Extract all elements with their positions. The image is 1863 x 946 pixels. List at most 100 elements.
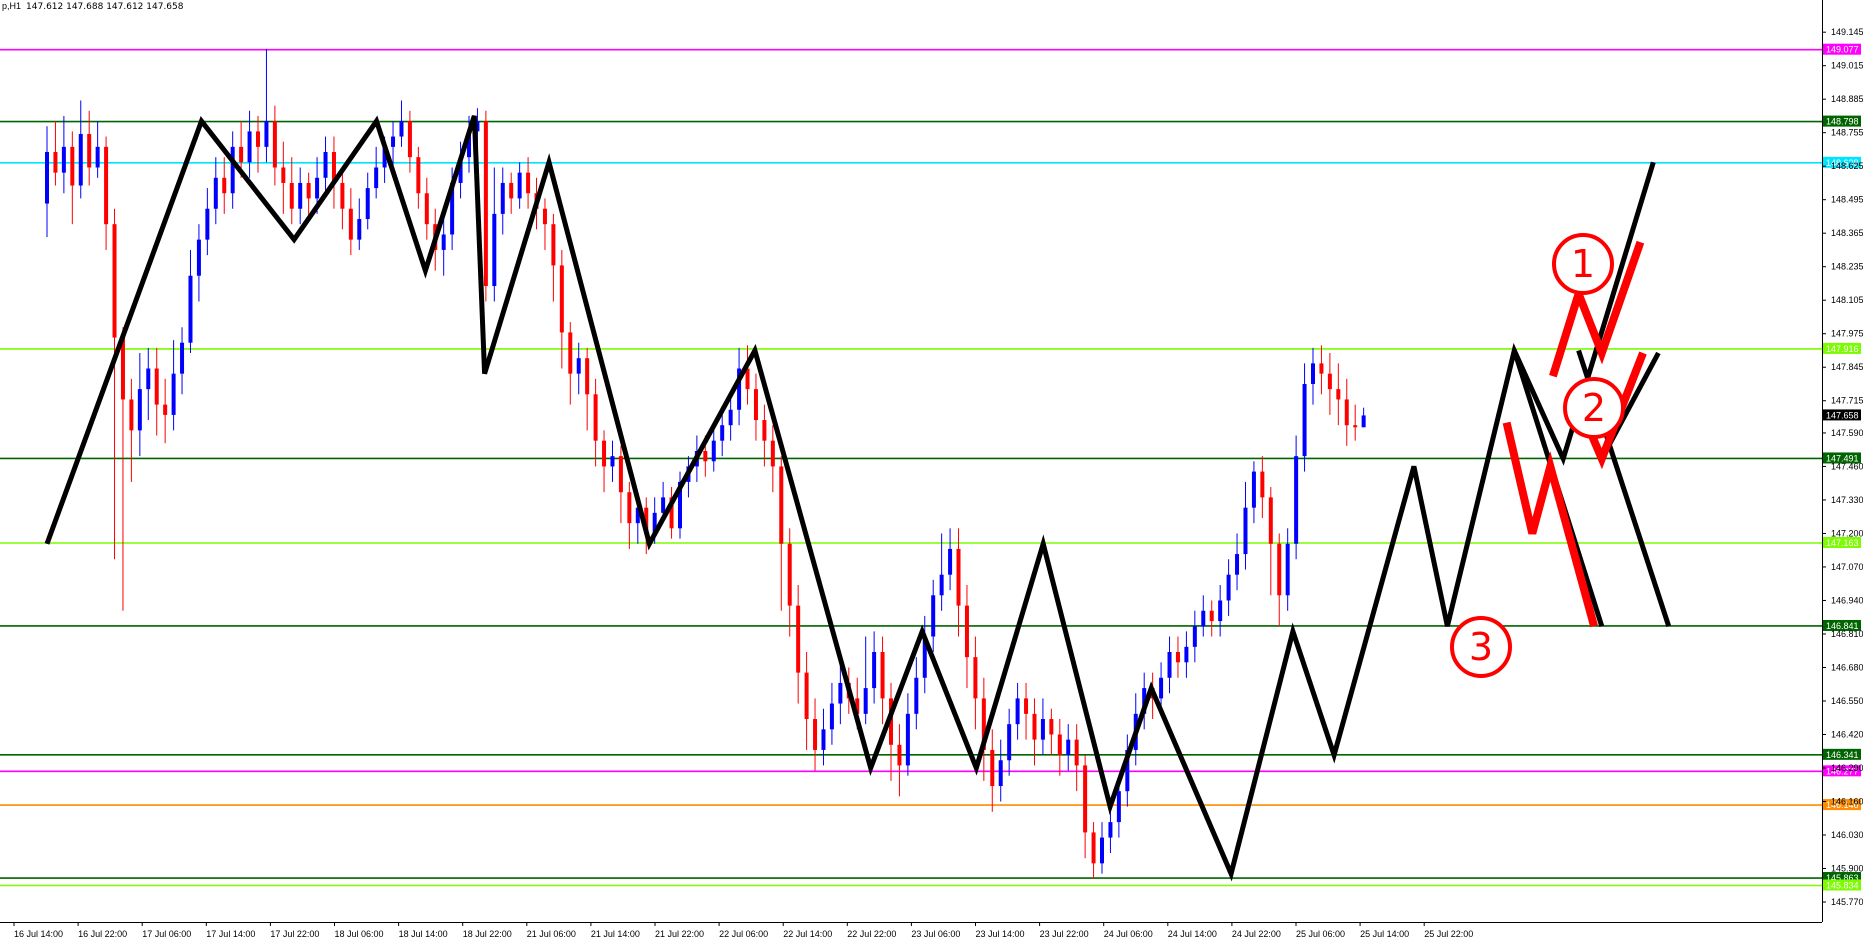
candle-body — [1353, 425, 1358, 428]
candle-body — [154, 368, 159, 405]
candle-body — [1116, 791, 1121, 823]
candle-body — [779, 466, 784, 544]
zigzag-line[interactable] — [44, 115, 1656, 882]
candle-body — [998, 760, 1003, 787]
x-tick-label: 17 Jul 22:00 — [270, 929, 319, 939]
candle-body — [104, 146, 109, 225]
candle-body — [880, 652, 885, 699]
candle-body — [1218, 600, 1223, 622]
chart-header: p,H1 147.612 147.688 147.612 147.658 — [2, 1, 183, 12]
candle-body — [517, 172, 522, 199]
candle-body — [247, 131, 252, 163]
candle-body — [129, 399, 134, 431]
candle-body — [1361, 415, 1366, 428]
x-tick-label: 21 Jul 06:00 — [527, 929, 576, 939]
x-tick-label: 22 Jul 06:00 — [719, 929, 768, 939]
candle-body — [1277, 543, 1282, 596]
candle-body — [1108, 822, 1113, 838]
candle-body — [196, 239, 201, 276]
x-tick-label: 17 Jul 06:00 — [142, 929, 191, 939]
candle-body — [585, 358, 590, 395]
candle-body — [610, 456, 615, 467]
candle-body — [956, 548, 961, 606]
x-tick-label: 18 Jul 14:00 — [399, 929, 448, 939]
candle-body — [593, 394, 598, 441]
x-tick-label: 16 Jul 22:00 — [78, 929, 127, 939]
scenario-path[interactable] — [1502, 421, 1598, 628]
candle-body — [1243, 507, 1248, 555]
y-tick-label: 147.975 — [1831, 329, 1863, 339]
candle-body — [796, 605, 801, 673]
candle-body — [348, 208, 353, 240]
candle-body — [1209, 610, 1214, 622]
candle-body — [230, 146, 235, 194]
candle-body — [905, 713, 910, 766]
candle-body — [1015, 698, 1020, 725]
candle-body — [95, 146, 100, 168]
y-tick-label: 148.365 — [1831, 228, 1863, 238]
candle-body — [357, 219, 362, 240]
candle-body — [399, 121, 404, 137]
candle-body — [1024, 698, 1029, 714]
y-tick-label: 147.715 — [1831, 396, 1863, 406]
candle-body — [627, 492, 632, 524]
candle-body — [804, 672, 809, 720]
candle-body — [315, 177, 320, 199]
candle-body — [365, 188, 370, 220]
candle-body — [720, 425, 725, 441]
axis-group: 145.770 145.900 146.030 146.160 146.290 146.4… — [0, 0, 1863, 939]
price-chart[interactable]: 149.077148.798148.638147.916147.491147.1… — [0, 0, 1863, 946]
y-tick-label: 148.885 — [1831, 94, 1863, 104]
candle-body — [1201, 610, 1206, 627]
candle-body — [264, 121, 269, 147]
x-tick-label: 24 Jul 22:00 — [1232, 929, 1281, 939]
candle-body — [1294, 456, 1299, 544]
y-tick-label: 146.940 — [1831, 595, 1863, 605]
candle-body — [272, 121, 277, 168]
y-tick-label: 146.290 — [1831, 763, 1863, 773]
y-tick-label: 146.550 — [1831, 696, 1863, 706]
candle-body — [1057, 734, 1062, 756]
candle-body — [424, 193, 429, 225]
candle-body — [391, 136, 396, 147]
candle-body — [87, 133, 92, 168]
candle-body — [1319, 363, 1324, 374]
candle-body — [171, 373, 176, 415]
candle-body — [306, 182, 311, 199]
candle-body — [813, 719, 818, 750]
candle-body — [416, 157, 421, 194]
candle-body — [441, 234, 446, 250]
candle-body — [188, 275, 193, 343]
y-tick-label: 146.680 — [1831, 662, 1863, 672]
x-tick-label: 23 Jul 22:00 — [1040, 929, 1089, 939]
x-tick-label: 17 Jul 14:00 — [206, 929, 255, 939]
candle-body — [1083, 765, 1088, 833]
candle-body — [948, 548, 953, 575]
candle-body — [78, 133, 83, 186]
candle-body — [551, 224, 556, 266]
candle-body — [70, 146, 75, 186]
candle-body — [137, 389, 142, 431]
level-price-label: 145.834 — [1826, 881, 1859, 891]
ohlc-readout: 147.612 147.688 147.612 147.658 — [26, 2, 184, 12]
current-price-label: 147.658 — [1826, 410, 1859, 420]
candle-body — [1251, 471, 1256, 508]
candle-body — [576, 358, 581, 374]
level-price-label: 149.077 — [1826, 45, 1859, 55]
candle-body — [239, 146, 244, 163]
x-tick-label: 25 Jul 06:00 — [1296, 929, 1345, 939]
scenario-label: 3 — [1469, 625, 1493, 669]
candle-body — [990, 749, 995, 787]
y-tick-label: 148.235 — [1831, 262, 1863, 272]
candle-body — [1091, 832, 1096, 864]
level-price-label: 146.341 — [1826, 750, 1859, 760]
candle-body — [1100, 837, 1104, 864]
candle-body — [973, 657, 978, 699]
level-price-label: 148.798 — [1826, 117, 1859, 127]
candle-body — [526, 172, 531, 194]
candle-body — [340, 182, 345, 209]
candle-body — [1226, 574, 1231, 601]
candle-body — [1040, 719, 1045, 740]
y-tick-label: 149.145 — [1831, 27, 1863, 37]
x-tick-label: 23 Jul 14:00 — [976, 929, 1025, 939]
